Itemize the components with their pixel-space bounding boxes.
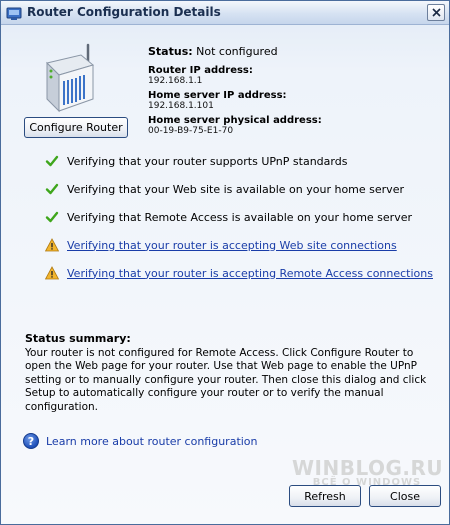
configure-router-button[interactable]: Configure Router — [24, 117, 128, 138]
check-item-router-remote: Verifying that your router is accepting … — [45, 265, 433, 281]
close-button[interactable]: Close — [369, 485, 441, 507]
router-remote-connections-link[interactable]: Verifying that your router is accepting … — [67, 267, 433, 280]
check-item-text: Verifying that your Web site is availabl… — [67, 182, 404, 196]
router-icon — [46, 43, 95, 113]
window-title: Router Configuration Details — [27, 5, 221, 19]
close-window-button[interactable] — [427, 4, 445, 21]
close-icon — [431, 8, 441, 17]
router-ip-value: 192.168.1.1 — [148, 76, 203, 86]
warning-icon — [45, 266, 59, 280]
check-item-text: Verifying that Remote Access is availabl… — [67, 210, 413, 224]
status-label: Status: — [148, 45, 193, 58]
check-icon — [45, 154, 59, 168]
check-item-website: Verifying that your Web site is availabl… — [45, 181, 404, 197]
status-line: Status: Not configured — [148, 45, 278, 58]
check-item-router-web: Verifying that your router is accepting … — [45, 237, 397, 253]
warning-icon — [45, 238, 59, 252]
check-icon — [45, 210, 59, 224]
check-icon — [45, 182, 59, 196]
refresh-button[interactable]: Refresh — [289, 485, 361, 507]
router-ip-label: Router IP address: — [148, 65, 253, 76]
check-item-text: Verifying that your router supports UPnP… — [67, 154, 348, 168]
summary-text: Your router is not configured for Remote… — [25, 347, 427, 413]
dialog-window: Router Configuration Details Configure R… — [0, 0, 450, 525]
watermark-sub: ВСЁ О WINDOWS — [312, 477, 422, 488]
learn-more-link[interactable]: Learn more about router configuration — [46, 435, 258, 448]
window-app-icon — [6, 5, 22, 21]
help-row: ? Learn more about router configuration — [23, 433, 258, 449]
check-item-remote-access: Verifying that Remote Access is availabl… — [45, 209, 412, 225]
summary-title: Status summary: — [25, 332, 131, 345]
status-value: Not configured — [196, 45, 278, 58]
title-bar: Router Configuration Details — [1, 1, 449, 25]
server-mac-value: 00-19-B9-75-E1-70 — [148, 126, 234, 136]
check-item-upnp: Verifying that your router supports UPnP… — [45, 153, 347, 169]
server-ip-value: 192.168.1.101 — [148, 101, 214, 111]
help-icon[interactable]: ? — [23, 433, 39, 449]
watermark: WINBLOG.RU ВСЁ О WINDOWS — [292, 456, 443, 488]
router-web-connections-link[interactable]: Verifying that your router is accepting … — [67, 239, 397, 252]
server-ip-label: Home server IP address: — [148, 90, 287, 101]
server-mac-label: Home server physical address: — [148, 115, 322, 126]
